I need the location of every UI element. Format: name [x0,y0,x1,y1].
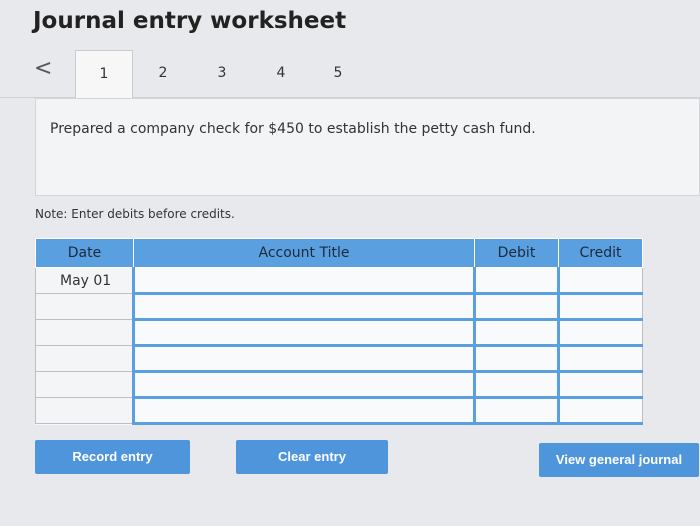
tab-5[interactable]: 5 [309,50,367,98]
debit-input[interactable] [473,267,559,295]
entry-note: Note: Enter debits before credits. [35,207,235,221]
account-title-input[interactable] [132,371,475,399]
transaction-text: Prepared a company check for $450 to est… [50,121,536,137]
tab-1[interactable]: 1 [75,50,133,99]
chevron-left-icon[interactable]: < [34,56,52,81]
credit-column-header: Credit [558,238,643,268]
account-title-column-header: Account Title [133,238,475,268]
view-general-journal-button[interactable]: View general journal [539,443,699,477]
table-row [35,345,643,373]
account-title-input[interactable] [132,267,475,295]
date-cell[interactable] [35,319,134,346]
credit-input[interactable] [557,397,643,425]
date-column-header: Date [35,238,134,268]
table-row: May 01 [35,267,643,295]
table-row [35,319,643,347]
credit-input[interactable] [557,345,643,373]
debit-input[interactable] [473,319,559,347]
tab-3[interactable]: 3 [193,50,251,98]
tab-bar: < 1 2 3 4 5 [0,50,700,99]
table-header-row: Date Account Title Debit Credit [35,238,643,268]
credit-input[interactable] [557,293,643,321]
table-row [35,397,643,425]
date-cell[interactable] [35,397,134,424]
page-title: Journal entry worksheet [33,8,347,34]
debit-input[interactable] [473,397,559,425]
debit-input[interactable] [473,345,559,373]
tab-2[interactable]: 2 [134,50,192,98]
journal-entry-table: Date Account Title Debit Credit May 01 [35,238,643,425]
debit-input[interactable] [473,371,559,399]
account-title-input[interactable] [132,293,475,321]
date-cell[interactable] [35,293,134,320]
credit-input[interactable] [557,319,643,347]
account-title-input[interactable] [132,397,475,425]
transaction-prompt: Prepared a company check for $450 to est… [35,98,700,196]
table-row [35,293,643,321]
tab-4[interactable]: 4 [252,50,310,98]
date-cell[interactable] [35,345,134,372]
credit-input[interactable] [557,371,643,399]
account-title-input[interactable] [132,319,475,347]
clear-entry-button[interactable]: Clear entry [236,440,388,474]
date-cell[interactable] [35,371,134,398]
debit-column-header: Debit [474,238,559,268]
debit-input[interactable] [473,293,559,321]
table-row [35,371,643,399]
account-title-input[interactable] [132,345,475,373]
record-entry-button[interactable]: Record entry [35,440,190,474]
credit-input[interactable] [557,267,643,295]
date-cell: May 01 [35,267,134,294]
